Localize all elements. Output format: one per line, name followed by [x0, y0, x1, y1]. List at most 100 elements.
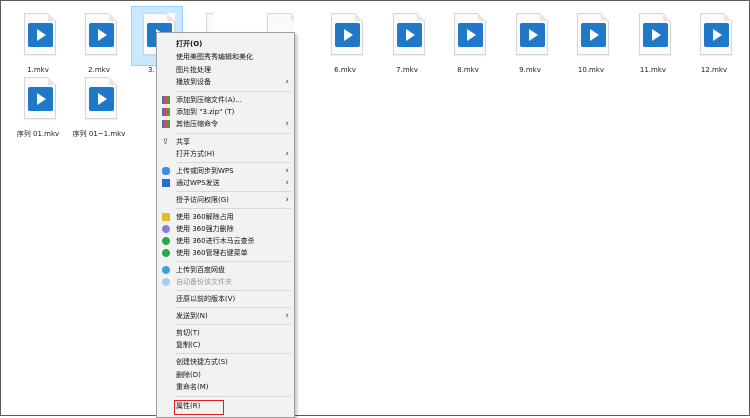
menu-item-360-shred[interactable]: 使用 360强力删除	[157, 223, 294, 235]
menu-item-cast[interactable]: 播放到设备 ›	[157, 76, 294, 88]
menu-item-label: 使用 360强力删除	[176, 225, 234, 233]
video-file-icon	[89, 87, 114, 111]
shred-icon	[162, 225, 170, 233]
360-shield-icon	[162, 237, 170, 245]
menu-item-cut[interactable]: 剪切(T)	[157, 327, 294, 339]
file-item[interactable]: 9.mkv	[501, 6, 559, 75]
menu-item-label: 还原以前的版本(V)	[176, 295, 236, 303]
menu-item-label: 打开方式(H)	[176, 150, 215, 158]
menu-item-add-archive[interactable]: 添加到压缩文件(A)...	[157, 94, 294, 106]
menu-item-label: 删除(D)	[176, 371, 201, 379]
folder-lock-icon	[162, 213, 170, 221]
menu-item-create-shortcut[interactable]: 创建快捷方式(S)	[157, 356, 294, 368]
video-file-icon	[397, 23, 422, 47]
menu-item-label: 图片批处理	[176, 66, 211, 74]
menu-item-label: 添加到压缩文件(A)...	[176, 96, 242, 104]
360-shield-icon	[162, 249, 170, 257]
video-file-icon	[643, 23, 668, 47]
menu-item-share[interactable]: ⇪ 共享	[157, 136, 294, 148]
file-item[interactable]: 序列 01~1.mkv	[70, 70, 128, 139]
menu-item-label: 使用美图秀秀编辑和美化	[176, 53, 253, 61]
winrar-icon	[162, 96, 170, 104]
menu-item-label: 复制(C)	[176, 341, 201, 349]
menu-item-send-to[interactable]: 发送到(N) ›	[157, 310, 294, 322]
wps-send-icon	[162, 179, 170, 187]
menu-item-label: 使用 360进行木马云查杀	[176, 237, 255, 245]
highlight-box	[174, 400, 224, 415]
menu-item-label: 剪切(T)	[176, 329, 200, 337]
menu-item-meitu[interactable]: 使用美图秀秀编辑和美化	[157, 51, 294, 63]
menu-item-open-with[interactable]: 打开方式(H) ›	[157, 148, 294, 160]
menu-item-label: 共享	[176, 138, 190, 146]
file-item[interactable]: 7.mkv	[378, 6, 436, 75]
menu-item-grant-access[interactable]: 授予访问权限(G) ›	[157, 194, 294, 206]
menu-item-label: 授予访问权限(G)	[176, 196, 229, 204]
menu-item-other-compress[interactable]: 其他压缩命令 ›	[157, 118, 294, 130]
menu-item-send-wps[interactable]: 通过WPS发送 ›	[157, 177, 294, 189]
winrar-icon	[162, 120, 170, 128]
file-name: 6.mkv	[334, 66, 356, 74]
menu-item-delete[interactable]: 删除(D)	[157, 369, 294, 381]
file-name: 9.mkv	[519, 66, 541, 74]
video-file-icon	[704, 23, 729, 47]
baidu-netdisk-icon	[162, 266, 170, 274]
menu-item-label: 使用 360解除占用	[176, 213, 234, 221]
share-icon: ⇪	[162, 137, 169, 146]
menu-item-upload-wps[interactable]: 上传或同步到WPS ›	[157, 165, 294, 177]
menu-item-open[interactable]: 打开(O)	[157, 38, 294, 50]
chevron-right-icon: ›	[285, 311, 289, 321]
menu-item-label: 使用 360管理右键菜单	[176, 249, 248, 257]
menu-item-label: 添加到 "3.zip" (T)	[176, 108, 235, 116]
file-name: 12.mkv	[700, 66, 728, 74]
separator	[176, 162, 291, 163]
menu-item-360-manage[interactable]: 使用 360管理右键菜单	[157, 247, 294, 259]
file-item[interactable]: 10.mkv	[562, 6, 620, 75]
baidu-netdisk-icon	[162, 278, 170, 286]
file-item[interactable]: 序列 01.mkv	[9, 70, 67, 139]
file-item[interactable]: 1.mkv	[9, 6, 67, 75]
file-name: 11.mkv	[639, 66, 667, 74]
menu-item-360-scan[interactable]: 使用 360进行木马云查杀	[157, 235, 294, 247]
separator	[176, 208, 291, 209]
file-item[interactable]: 2.mkv	[70, 6, 128, 75]
separator	[176, 290, 291, 291]
chevron-right-icon: ›	[285, 119, 289, 129]
menu-item-label: 自动备份该文件夹	[176, 278, 232, 286]
menu-item-baidu-backup: 自动备份该文件夹	[157, 276, 294, 288]
separator	[176, 353, 291, 354]
menu-item-copy[interactable]: 复制(C)	[157, 339, 294, 351]
menu-item-label: 上传或同步到WPS	[176, 167, 234, 175]
file-item[interactable]: 12.mkv	[685, 6, 743, 75]
file-item[interactable]: 8.mkv	[439, 6, 497, 75]
video-file-icon	[335, 23, 360, 47]
menu-item-label: 通过WPS发送	[176, 179, 220, 187]
video-file-icon	[520, 23, 545, 47]
file-item[interactable]: 11.mkv	[624, 6, 682, 75]
file-name: 7.mkv	[396, 66, 418, 74]
menu-item-restore[interactable]: 还原以前的版本(V)	[157, 293, 294, 305]
video-file-icon	[89, 23, 114, 47]
menu-item-label: 打开(O)	[176, 40, 203, 48]
separator	[176, 261, 291, 262]
file-name: 8.mkv	[457, 66, 479, 74]
menu-item-label: 创建快捷方式(S)	[176, 358, 228, 366]
separator	[176, 191, 291, 192]
file-name: 序列 01~1.mkv	[72, 130, 126, 138]
wps-cloud-icon	[162, 167, 170, 175]
file-name: 10.mkv	[577, 66, 605, 74]
menu-item-add-zip[interactable]: 添加到 "3.zip" (T)	[157, 106, 294, 118]
file-name: 序列 01.mkv	[16, 130, 60, 138]
menu-item-baidu-upload[interactable]: 上传到百度网盘	[157, 264, 294, 276]
video-file-icon	[458, 23, 483, 47]
separator	[176, 133, 291, 134]
menu-item-360-unlock[interactable]: 使用 360解除占用	[157, 211, 294, 223]
context-menu: 打开(O) 使用美图秀秀编辑和美化 图片批处理 播放到设备 › 添加到压缩文件(A…	[156, 32, 295, 418]
menu-item-label: 发送到(N)	[176, 312, 208, 320]
video-file-icon	[28, 23, 53, 47]
menu-item-rename[interactable]: 重命名(M)	[157, 381, 294, 393]
file-item[interactable]: 6.mkv	[316, 6, 374, 75]
menu-item-batch[interactable]: 图片批处理	[157, 64, 294, 76]
separator	[176, 307, 291, 308]
chevron-right-icon: ›	[285, 195, 289, 205]
menu-item-label: 其他压缩命令	[176, 120, 218, 128]
